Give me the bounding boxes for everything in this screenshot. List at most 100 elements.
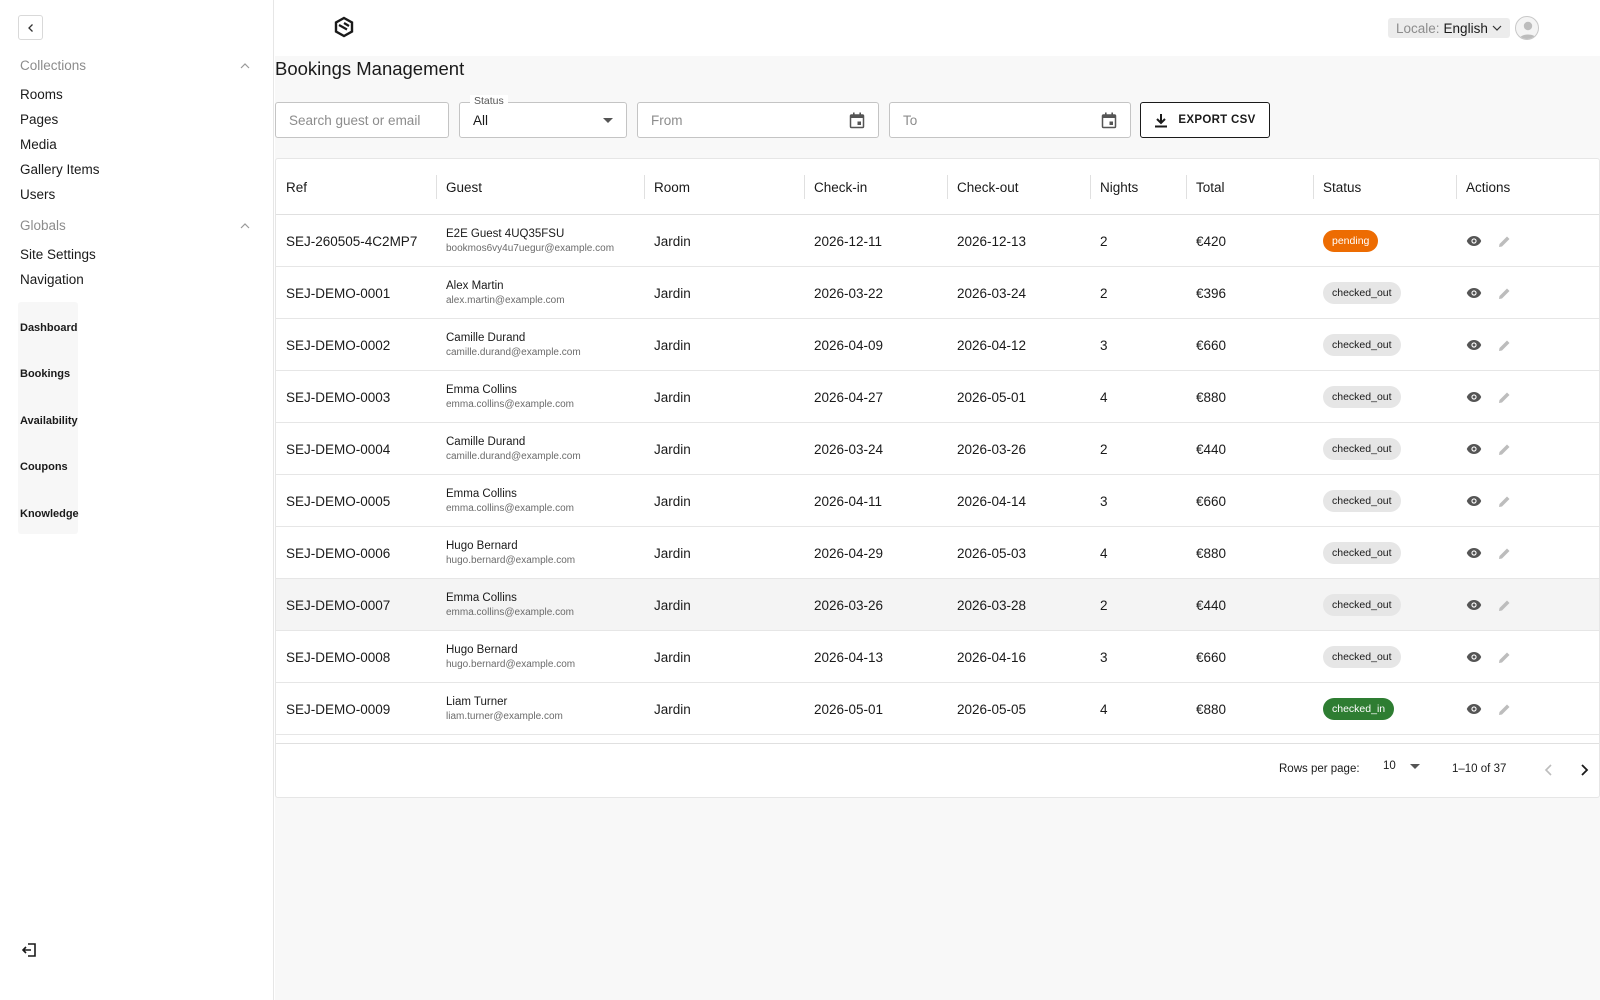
table-row[interactable]: SEJ-DEMO-0009 Liam Turner liam.turner@exam…	[276, 683, 1599, 735]
guest-email: camille.durand@example.com	[446, 347, 581, 358]
booking-ref: SEJ-DEMO-0008	[286, 649, 391, 665]
cell-checkout: 2026-03-26	[947, 423, 1026, 475]
collections-group-toggle[interactable]: Collections	[20, 58, 250, 73]
table-row[interactable]: SEJ-DEMO-0007 Emma Collins emma.collins@ex…	[276, 579, 1599, 631]
sidebar-item-site-settings[interactable]: Site Settings	[20, 247, 96, 262]
column-header-guest[interactable]: Guest	[436, 159, 482, 215]
edit-icon[interactable]	[1498, 443, 1511, 456]
view-icon[interactable]	[1466, 703, 1482, 715]
search-input[interactable]: Search guest or email	[275, 102, 449, 138]
status-badge: checked_in	[1323, 698, 1395, 720]
edit-icon[interactable]	[1498, 703, 1511, 716]
table-row[interactable]: SEJ-DEMO-0001 Alex Martin alex.martin@exam…	[276, 267, 1599, 319]
edit-icon[interactable]	[1498, 339, 1511, 352]
cell-ref: SEJ-DEMO-0003	[276, 371, 390, 423]
edit-icon[interactable]	[1498, 547, 1511, 560]
collapse-sidebar-button[interactable]	[18, 15, 43, 40]
table-row[interactable]: SEJ-DEMO-0006 Hugo Bernard hugo.bernard@ex…	[276, 527, 1599, 579]
next-page-icon[interactable]	[1574, 760, 1594, 780]
status-badge: pending	[1323, 230, 1379, 252]
table-row[interactable]: SEJ-DEMO-0003 Emma Collins emma.collins@ex…	[276, 371, 1599, 423]
edit-icon[interactable]	[1498, 391, 1511, 404]
table-row[interactable]: SEJ-DEMO-0004 Camille Durand camille.duran…	[276, 423, 1599, 475]
download-icon	[1155, 113, 1168, 127]
column-header-total[interactable]: Total	[1186, 159, 1225, 215]
edit-icon[interactable]	[1498, 651, 1511, 664]
from-date-input[interactable]: From	[637, 102, 879, 138]
row-actions	[1466, 391, 1511, 404]
nights-count: 4	[1100, 545, 1108, 561]
previous-page-icon[interactable]	[1539, 760, 1559, 780]
view-icon[interactable]	[1466, 235, 1482, 247]
view-icon[interactable]	[1466, 443, 1482, 455]
globals-group-toggle[interactable]: Globals	[20, 218, 250, 233]
sidebar-item-navigation[interactable]: Navigation	[20, 272, 84, 287]
row-actions	[1466, 339, 1511, 352]
column-header-room[interactable]: Room	[644, 159, 690, 215]
sidebar-link-bookings[interactable]: Bookings	[20, 368, 70, 380]
checkin-date: 2026-04-29	[814, 545, 884, 561]
sidebar-item-pages[interactable]: Pages	[20, 112, 58, 127]
cell-guest: Emma Collins emma.collins@example.com	[436, 579, 574, 631]
logout-icon[interactable]	[20, 940, 40, 960]
edit-icon[interactable]	[1498, 599, 1511, 612]
calendar-icon[interactable]	[849, 112, 865, 129]
table-row[interactable]: SEJ-DEMO-0005 Emma Collins emma.collins@ex…	[276, 475, 1599, 527]
locale-selector[interactable]: Locale: English	[1388, 18, 1510, 38]
logo-icon[interactable]	[333, 16, 355, 40]
sidebar-link-knowledge[interactable]: Knowledge	[20, 508, 79, 520]
sidebar-link-coupons[interactable]: Coupons	[20, 461, 68, 473]
checkin-date: 2026-04-27	[814, 389, 884, 405]
chevron-up-icon	[240, 62, 250, 68]
checkin-date: 2026-03-22	[814, 285, 884, 301]
column-separator	[436, 175, 437, 199]
view-icon[interactable]	[1466, 651, 1482, 663]
column-header-actions[interactable]: Actions	[1456, 159, 1510, 215]
column-header-ref[interactable]: Ref	[276, 159, 307, 215]
view-icon[interactable]	[1466, 391, 1482, 403]
column-header-checkout[interactable]: Check-out	[947, 159, 1019, 215]
sidebar-item-media[interactable]: Media	[20, 137, 57, 152]
cell-checkout: 2026-04-14	[947, 475, 1026, 527]
edit-icon[interactable]	[1498, 287, 1511, 300]
calendar-icon[interactable]	[1101, 112, 1117, 129]
edit-icon[interactable]	[1498, 235, 1511, 248]
booking-ref: SEJ-DEMO-0004	[286, 441, 391, 457]
view-icon[interactable]	[1466, 339, 1482, 351]
sidebar-link-availability[interactable]: Availability	[20, 415, 78, 427]
table-row[interactable]: SEJ-260505-4C2MP7 E2E Guest 4UQ35FSU bookm…	[276, 215, 1599, 267]
checkin-date: 2026-03-24	[814, 441, 884, 457]
cell-status: checked_out	[1313, 475, 1401, 527]
table-row[interactable]: SEJ-DEMO-0008 Hugo Bernard hugo.bernard@ex…	[276, 631, 1599, 683]
view-icon[interactable]	[1466, 495, 1482, 507]
rows-per-page-select[interactable]: 10	[1383, 760, 1420, 772]
cell-total: €660	[1186, 475, 1226, 527]
column-header-nights[interactable]: Nights	[1090, 159, 1138, 215]
view-icon[interactable]	[1466, 287, 1482, 299]
cell-status: checked_out	[1313, 267, 1401, 319]
sidebar: Collections Rooms Pages Media Gallery It…	[0, 0, 274, 1000]
column-header-checkin[interactable]: Check-in	[804, 159, 867, 215]
sidebar-item-rooms[interactable]: Rooms	[20, 87, 63, 102]
nights-count: 2	[1100, 441, 1108, 457]
sidebar-link-dashboard[interactable]: Dashboard	[20, 322, 77, 334]
column-header-status[interactable]: Status	[1313, 159, 1361, 215]
cell-checkout: 2026-12-13	[947, 215, 1026, 267]
to-date-input[interactable]: To	[889, 102, 1131, 138]
column-separator	[1313, 175, 1314, 199]
table-row[interactable]: SEJ-DEMO-0002 Camille Durand camille.duran…	[276, 319, 1599, 371]
status-badge: checked_out	[1323, 646, 1401, 668]
rows-per-page-label: Rows per page:	[1279, 763, 1360, 775]
edit-icon[interactable]	[1498, 495, 1511, 508]
avatar[interactable]	[1515, 16, 1539, 40]
cell-status: checked_out	[1313, 371, 1401, 423]
export-csv-button[interactable]: EXPORT CSV	[1140, 102, 1270, 138]
sidebar-item-gallery-items[interactable]: Gallery Items	[20, 162, 100, 177]
view-icon[interactable]	[1466, 599, 1482, 611]
sidebar-item-users[interactable]: Users	[20, 187, 55, 202]
room-name: Jardin	[654, 389, 691, 405]
status-select[interactable]: Status All	[459, 95, 627, 138]
guest-name: Camille Durand	[446, 332, 526, 344]
view-icon[interactable]	[1466, 547, 1482, 559]
booking-ref: SEJ-DEMO-0003	[286, 389, 391, 405]
